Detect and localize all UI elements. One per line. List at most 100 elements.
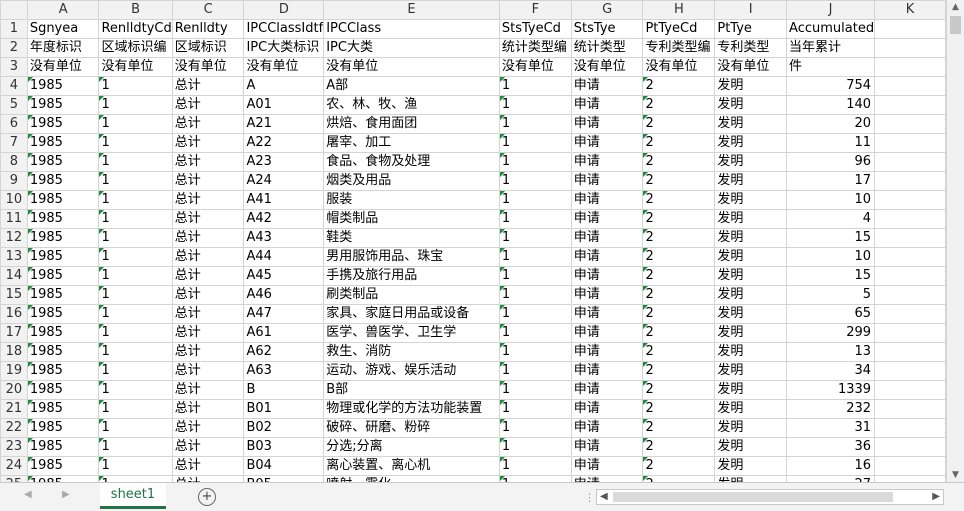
cell[interactable]: 服装: [323, 190, 500, 210]
cell[interactable]: 1985: [26, 266, 100, 286]
cell[interactable]: 1: [98, 95, 173, 115]
cell[interactable]: A部: [323, 76, 500, 96]
cell[interactable]: 申请: [570, 209, 644, 229]
cell[interactable]: 发明: [714, 76, 788, 96]
cell[interactable]: 没有单位: [714, 57, 788, 77]
add-sheet-icon[interactable]: +: [198, 488, 216, 506]
column-header[interactable]: K: [874, 0, 946, 20]
cell[interactable]: 总计: [171, 266, 245, 286]
cell[interactable]: [874, 114, 946, 134]
cell[interactable]: 1: [498, 190, 572, 210]
row-header[interactable]: 2: [0, 38, 28, 58]
cell[interactable]: Accumulated: [786, 19, 876, 39]
cell[interactable]: 总计: [171, 437, 245, 457]
cell[interactable]: 15: [786, 266, 876, 286]
cell[interactable]: 专利类型: [714, 38, 788, 58]
cell[interactable]: 5: [786, 285, 876, 305]
cell[interactable]: 破碎、研磨、粉碎: [323, 418, 500, 438]
cell[interactable]: 1: [498, 437, 572, 457]
cell[interactable]: 运动、游戏、娱乐活动: [323, 361, 500, 381]
cell[interactable]: 没有单位: [323, 57, 500, 77]
cell[interactable]: 申请: [570, 190, 644, 210]
cell[interactable]: B部: [323, 380, 500, 400]
cell[interactable]: 1985: [26, 304, 100, 324]
cell[interactable]: [874, 380, 946, 400]
cell[interactable]: PtTye: [714, 19, 788, 39]
cell[interactable]: 总计: [171, 114, 245, 134]
row-header[interactable]: 4: [0, 76, 28, 96]
cell[interactable]: 申请: [570, 133, 644, 153]
cell[interactable]: 1985: [26, 361, 100, 381]
cell[interactable]: 2: [642, 418, 716, 438]
cell[interactable]: [874, 361, 946, 381]
cell[interactable]: 发明: [714, 152, 788, 172]
cell[interactable]: 1985: [26, 95, 100, 115]
cell[interactable]: 1985: [26, 380, 100, 400]
cell[interactable]: 没有单位: [570, 57, 644, 77]
cell[interactable]: 10: [786, 190, 876, 210]
scroll-left-icon[interactable]: ◀: [600, 491, 608, 502]
cell[interactable]: 救生、消防: [323, 342, 500, 362]
column-header[interactable]: E: [323, 0, 500, 20]
cell[interactable]: 发明: [714, 114, 788, 134]
cell[interactable]: 总计: [171, 76, 245, 96]
cell[interactable]: 2: [642, 209, 716, 229]
row-header[interactable]: 18: [0, 342, 28, 362]
cell[interactable]: 发明: [714, 323, 788, 343]
cell[interactable]: 1985: [26, 418, 100, 438]
scroll-up-icon[interactable]: ▲: [947, 0, 964, 14]
row-header[interactable]: 10: [0, 190, 28, 210]
cell[interactable]: 申请: [570, 361, 644, 381]
cell[interactable]: 1: [498, 133, 572, 153]
vertical-scroll-thumb[interactable]: [950, 16, 961, 34]
cell[interactable]: 1985: [26, 285, 100, 305]
cell[interactable]: 当年累计: [786, 38, 876, 58]
cell[interactable]: 发明: [714, 190, 788, 210]
cell[interactable]: 1985: [26, 133, 100, 153]
cell[interactable]: 1: [98, 171, 173, 191]
cell[interactable]: B04: [243, 456, 325, 476]
cell[interactable]: 发明: [714, 285, 788, 305]
cell[interactable]: 发明: [714, 456, 788, 476]
cell[interactable]: 专利类型编: [642, 38, 716, 58]
cell[interactable]: A41: [243, 190, 325, 210]
cell[interactable]: IPCClassIdtf: [243, 19, 325, 39]
cell[interactable]: IPC大类标识: [243, 38, 325, 58]
cell[interactable]: 鞋类: [323, 228, 500, 248]
cell[interactable]: 13: [786, 342, 876, 362]
cell[interactable]: 1: [498, 361, 572, 381]
row-header[interactable]: 24: [0, 456, 28, 476]
cell[interactable]: A23: [243, 152, 325, 172]
cell[interactable]: 1: [98, 190, 173, 210]
cell[interactable]: A22: [243, 133, 325, 153]
cell[interactable]: 申请: [570, 228, 644, 248]
cell[interactable]: 1: [98, 456, 173, 476]
cell[interactable]: 1: [98, 76, 173, 96]
cell[interactable]: 1985: [26, 342, 100, 362]
cell[interactable]: 1: [498, 266, 572, 286]
cell[interactable]: 1: [498, 171, 572, 191]
cell[interactable]: 1985: [26, 209, 100, 229]
cell[interactable]: 件: [786, 57, 876, 77]
cell[interactable]: 16: [786, 456, 876, 476]
cell[interactable]: 物理或化学的方法功能装置: [323, 399, 500, 419]
cell[interactable]: 总计: [171, 380, 245, 400]
cell[interactable]: Renlldty: [171, 19, 245, 39]
cell[interactable]: 2: [642, 247, 716, 267]
cell[interactable]: 发明: [714, 361, 788, 381]
cell[interactable]: 刷类制品: [323, 285, 500, 305]
cell[interactable]: A44: [243, 247, 325, 267]
cell[interactable]: 发明: [714, 342, 788, 362]
cell[interactable]: 发明: [714, 133, 788, 153]
cell[interactable]: 申请: [570, 399, 644, 419]
cell[interactable]: [874, 57, 946, 77]
cell[interactable]: 2: [642, 152, 716, 172]
cell[interactable]: [874, 304, 946, 324]
cell[interactable]: 2: [642, 190, 716, 210]
cell[interactable]: 2: [642, 76, 716, 96]
cell[interactable]: 1985: [26, 76, 100, 96]
cell[interactable]: 发明: [714, 399, 788, 419]
cell[interactable]: 发明: [714, 418, 788, 438]
cell[interactable]: 家具、家庭日用品或设备: [323, 304, 500, 324]
prev-sheet-icon[interactable]: ◀: [24, 489, 32, 500]
